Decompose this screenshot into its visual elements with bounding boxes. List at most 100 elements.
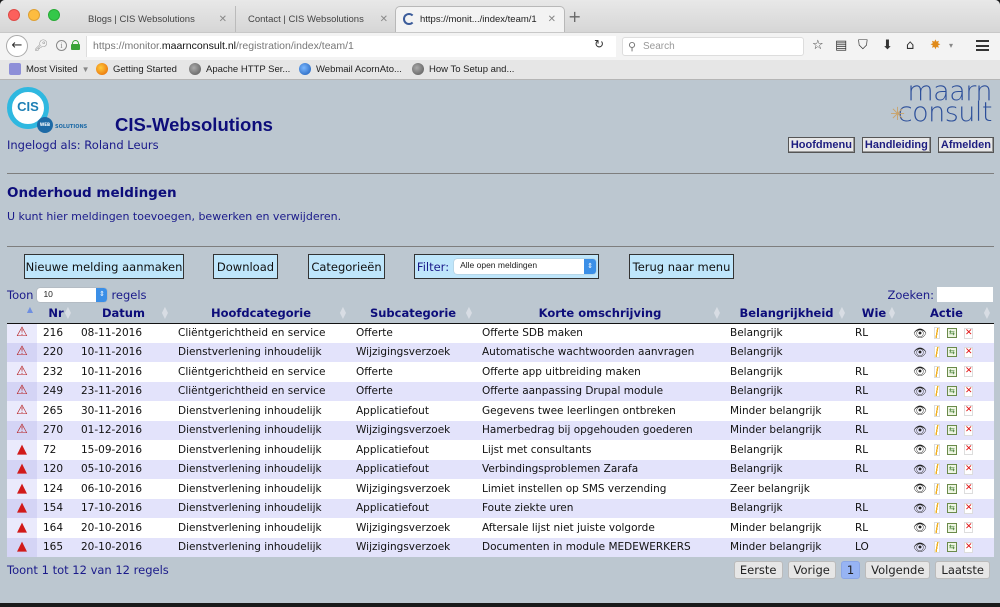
home-icon[interactable]: ⌂	[906, 38, 914, 54]
transfer-icon[interactable]: ⇆	[946, 405, 957, 416]
edit-pencil-icon[interactable]	[933, 463, 940, 476]
transfer-icon[interactable]: ⇆	[946, 464, 957, 475]
afmelden-link[interactable]: Afmelden	[937, 137, 994, 153]
col-wie[interactable]: Wie ▲ ▼	[849, 304, 899, 324]
view-eye-icon[interactable]: 👁︎	[913, 463, 927, 476]
delete-icon[interactable]: ✕	[963, 366, 973, 378]
browser-tab-active[interactable]: https://monit.../index/team/1 ✕	[395, 6, 565, 32]
table-row[interactable]: ▲ 72 15-09-2016 Dienstverlening inhoudelijk…	[7, 440, 994, 460]
edit-pencil-icon[interactable]	[933, 502, 940, 515]
categories-button[interactable]: Categorieën	[308, 254, 385, 279]
bookmark-getting-started[interactable]: Getting Started	[96, 63, 177, 75]
edit-pencil-icon[interactable]	[933, 346, 940, 359]
table-search-input[interactable]	[937, 287, 993, 302]
new-report-button[interactable]: Nieuwe melding aanmaken	[24, 254, 184, 279]
table-row[interactable]: ⚠ 216 08-11-2016 Cliëntgerichtheid en servi…	[7, 323, 994, 343]
col-hoofdcategorie[interactable]: Hoofdcategorie ▲ ▼	[172, 304, 350, 324]
firebug-icon[interactable]: ✸	[930, 38, 941, 54]
col-omschrijving[interactable]: Korte omschrijving ▲ ▼	[476, 304, 724, 324]
delete-icon[interactable]: ✕	[963, 327, 973, 339]
filter-select[interactable]: Alle open meldingen ⇕	[454, 259, 597, 274]
key-icon[interactable]: 🔑︎	[34, 39, 48, 52]
edit-pencil-icon[interactable]	[933, 385, 940, 398]
browser-tab[interactable]: Contact | CIS Websolutions ✕	[236, 6, 396, 32]
table-row[interactable]: ▲ 154 17-10-2016 Dienstverlening inhoudelij…	[7, 498, 994, 518]
reading-list-icon[interactable]: ▤	[835, 38, 847, 54]
transfer-icon[interactable]: ⇆	[946, 366, 957, 377]
pager-last-button[interactable]: Laatste	[935, 561, 990, 579]
delete-icon[interactable]: ✕	[963, 346, 973, 358]
chevron-down-icon[interactable]: ▾	[949, 38, 953, 54]
view-eye-icon[interactable]: 👁︎	[913, 346, 927, 359]
bookmark-webmail[interactable]: Webmail AcornAto...	[299, 63, 402, 75]
back-to-menu-button[interactable]: Terug naar menu	[629, 254, 734, 279]
transfer-icon[interactable]: ⇆	[946, 425, 957, 436]
table-row[interactable]: ⚠ 270 01-12-2016 Dienstverlening inhoudelij…	[7, 420, 994, 440]
edit-pencil-icon[interactable]	[933, 521, 940, 534]
hoofdmenu-link[interactable]: Hoofdmenu	[787, 137, 855, 153]
view-eye-icon[interactable]: 👁︎	[913, 424, 927, 437]
new-tab-button[interactable]: +	[568, 9, 581, 25]
edit-pencil-icon[interactable]	[933, 541, 940, 554]
reload-icon[interactable]: ↻	[594, 37, 604, 51]
table-row[interactable]: ▲ 124 06-10-2016 Dienstverlening inhoudelij…	[7, 479, 994, 499]
tab-close-icon[interactable]: ✕	[380, 14, 388, 25]
view-eye-icon[interactable]: 👁︎	[913, 365, 927, 378]
col-subcategorie[interactable]: Subcategorie ▲ ▼	[350, 304, 476, 324]
download-icon[interactable]: ⬇	[882, 38, 893, 54]
pager-first-button[interactable]: Eerste	[733, 561, 783, 579]
pager-page-button[interactable]: 1	[840, 561, 861, 579]
table-row[interactable]: ▲ 165 20-10-2016 Dienstverlening inhoudelij…	[7, 537, 994, 557]
delete-icon[interactable]: ✕	[963, 483, 973, 495]
edit-pencil-icon[interactable]	[933, 482, 940, 495]
transfer-icon[interactable]: ⇆	[946, 328, 957, 338]
transfer-icon[interactable]: ⇆	[946, 444, 957, 455]
edit-pencil-icon[interactable]	[933, 424, 940, 437]
lock-icon[interactable]	[71, 40, 80, 50]
view-eye-icon[interactable]: 👁︎	[913, 482, 927, 495]
transfer-icon[interactable]: ⇆	[946, 522, 957, 533]
hamburger-menu-icon[interactable]	[976, 40, 989, 51]
handleiding-link[interactable]: Handleiding	[861, 137, 931, 153]
url-input[interactable]: https://monitor.maarnconsult.nl/registra…	[86, 36, 616, 57]
transfer-icon[interactable]: ⇆	[946, 483, 957, 494]
delete-icon[interactable]: ✕	[963, 541, 973, 553]
pager-previous-button[interactable]: Vorige	[787, 561, 836, 579]
delete-icon[interactable]: ✕	[963, 463, 973, 475]
view-eye-icon[interactable]: 👁︎	[913, 327, 927, 340]
delete-icon[interactable]: ✕	[963, 385, 973, 397]
pocket-icon[interactable]: ⛉	[858, 38, 868, 54]
table-row[interactable]: ⚠ 265 30-11-2016 Dienstverlening inhoudelij…	[7, 401, 994, 421]
delete-icon[interactable]: ✕	[963, 424, 973, 436]
bookmark-star-icon[interactable]: ☆	[812, 38, 824, 54]
bookmark-apache[interactable]: Apache HTTP Ser...	[189, 63, 290, 75]
edit-pencil-icon[interactable]	[933, 443, 940, 456]
back-arrow-icon[interactable]: ←	[6, 35, 28, 57]
bookmark-most-visited[interactable]: Most Visited ▼	[9, 63, 90, 75]
col-belangrijkheid[interactable]: Belangrijkheid ▲ ▼	[724, 304, 849, 324]
delete-icon[interactable]: ✕	[963, 522, 973, 534]
view-eye-icon[interactable]: 👁︎	[913, 443, 927, 456]
col-actie[interactable]: Actie ▲ ▼	[899, 304, 994, 324]
page-length-select[interactable]: 10 ⇕	[37, 288, 108, 302]
table-row[interactable]: ⚠ 249 23-11-2016 Cliëntgerichtheid en servi…	[7, 381, 994, 401]
table-row[interactable]: ▲ 164 20-10-2016 Dienstverlening inhoudelij…	[7, 518, 994, 538]
view-eye-icon[interactable]: 👁︎	[913, 541, 927, 554]
cis-logo[interactable]: CIS WEB SOLUTIONS	[7, 87, 87, 135]
tab-close-icon[interactable]: ✕	[219, 14, 227, 25]
delete-icon[interactable]: ✕	[963, 502, 973, 514]
table-row[interactable]: ▲ 120 05-10-2016 Dienstverlening inhoudelij…	[7, 459, 994, 479]
delete-icon[interactable]: ✕	[963, 405, 973, 417]
col-status[interactable]: ▲	[7, 304, 37, 324]
edit-pencil-icon[interactable]	[933, 327, 940, 339]
close-window-button[interactable]	[8, 9, 20, 21]
info-icon[interactable]: i	[56, 40, 67, 51]
table-row[interactable]: ⚠ 232 10-11-2016 Cliëntgerichtheid en servi…	[7, 362, 994, 382]
browser-tab[interactable]: Blogs | CIS Websolutions ✕	[74, 6, 236, 32]
minimize-window-button[interactable]	[28, 9, 40, 21]
transfer-icon[interactable]: ⇆	[946, 503, 957, 514]
browser-search-input[interactable]: ⚲ Search	[622, 37, 804, 56]
transfer-icon[interactable]: ⇆	[946, 386, 957, 397]
transfer-icon[interactable]: ⇆	[946, 542, 957, 553]
col-datum[interactable]: Datum ▲ ▼	[75, 304, 172, 324]
